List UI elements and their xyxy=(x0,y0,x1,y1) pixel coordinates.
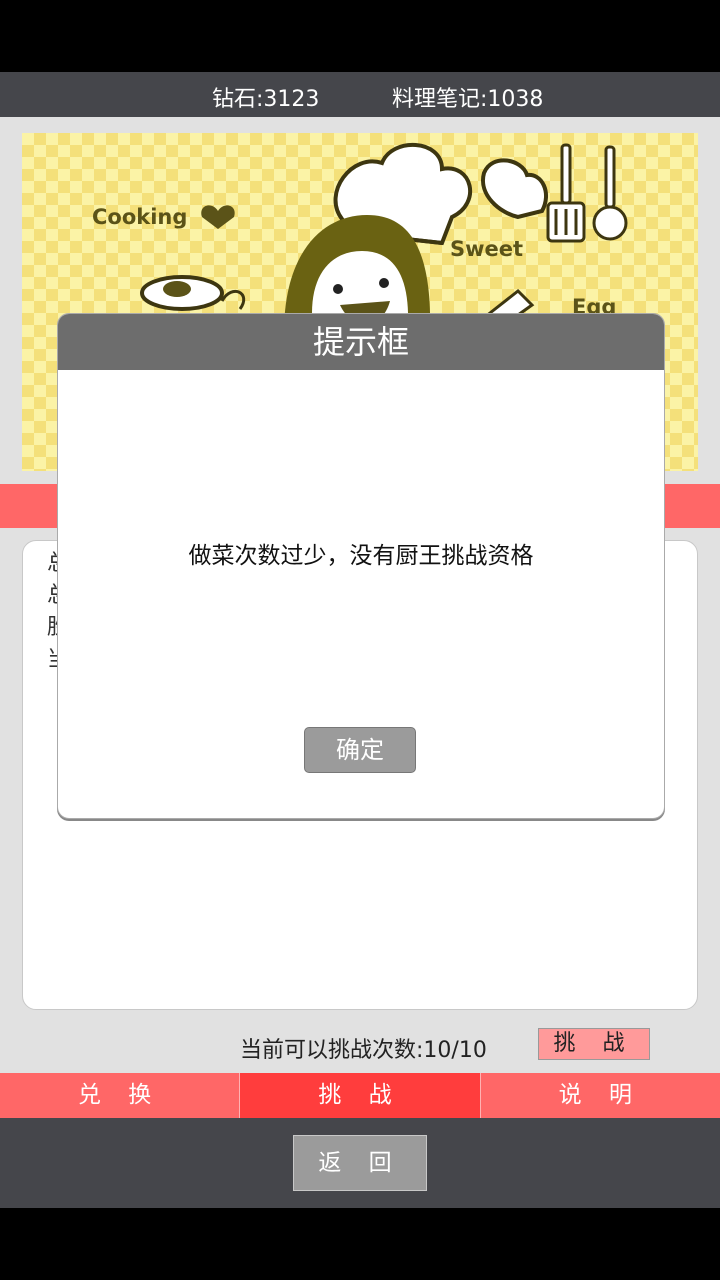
tab-instructions[interactable]: 说 明 xyxy=(479,1073,720,1118)
tab-bar: 兑 换 挑 战 说 明 xyxy=(0,1073,720,1118)
tab-challenge[interactable]: 挑 战 xyxy=(239,1073,480,1118)
dialog-title: 提示框 xyxy=(58,314,664,370)
bottom-bar: 返 回 xyxy=(0,1118,720,1208)
back-button[interactable]: 返 回 xyxy=(293,1135,427,1191)
top-bar: 钻石:3123 料理笔记:1038 xyxy=(0,72,720,117)
dialog-message: 做菜次数过少，没有厨王挑战资格 xyxy=(188,543,534,569)
alert-dialog: 提示框 做菜次数过少，没有厨王挑战资格 确定 xyxy=(57,313,665,819)
oven-mitt-icon xyxy=(481,158,548,220)
diamond-count: 钻石:3123 xyxy=(212,87,320,112)
heart-icon xyxy=(201,205,235,229)
confirm-button[interactable]: 确定 xyxy=(304,727,416,773)
challenge-button[interactable]: 挑 战 xyxy=(538,1028,650,1060)
challenge-count-text: 当前可以挑战次数:10/10 xyxy=(240,1038,487,1063)
cooking-notes-count: 料理笔记:1038 xyxy=(392,87,544,112)
challenge-row: 当前可以挑战次数:10/10 挑 战 xyxy=(0,1022,720,1068)
fried-egg-icon xyxy=(140,275,224,311)
spatula-icon xyxy=(546,143,586,243)
tab-exchange[interactable]: 兑 换 xyxy=(0,1073,240,1118)
ladle-icon xyxy=(592,145,628,241)
